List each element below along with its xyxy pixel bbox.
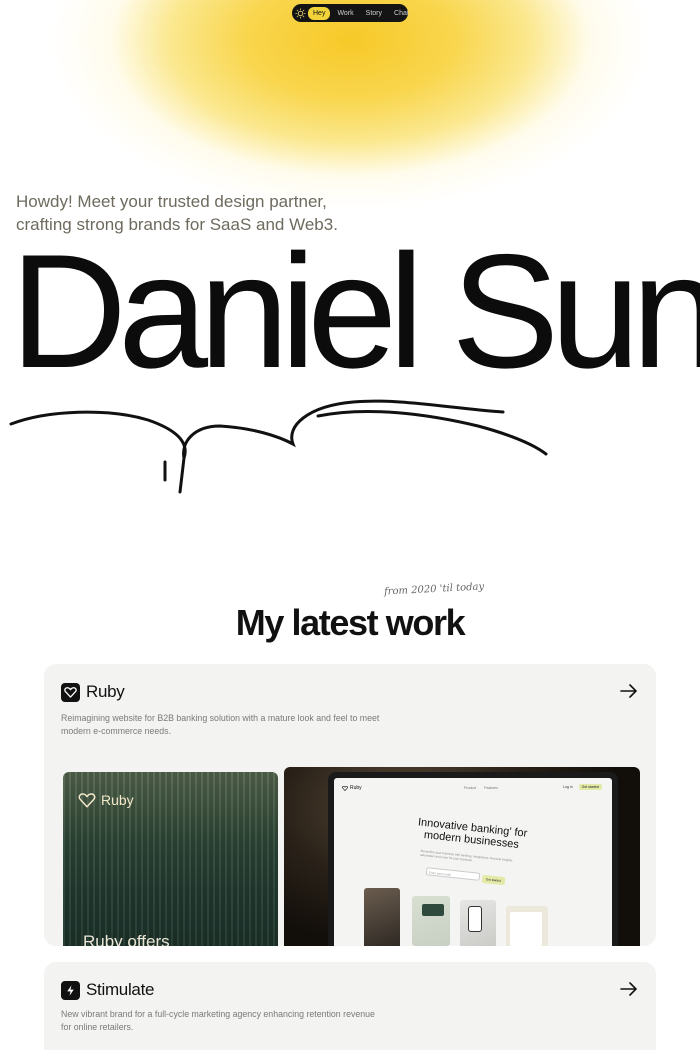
screen-get-started: Get started: [578, 784, 602, 790]
screen-headline: Innovative banking' for modern businesse…: [417, 816, 528, 851]
since-annotation: from 2020 'til today: [383, 581, 485, 598]
project-preview-brand: Ruby Ruby offers: [63, 772, 278, 946]
preview-brand-name: Ruby: [101, 792, 134, 808]
screen-nav-item: Product: [464, 786, 477, 790]
laptop-mockup: Ruby Product Features Log in Get started…: [328, 772, 618, 946]
nav-item-hey[interactable]: Hey: [308, 6, 331, 20]
project-header: Ruby: [61, 682, 125, 702]
screen-login: Log in: [563, 785, 573, 789]
project-title: Ruby: [86, 682, 125, 701]
hero-tagline-line-1: Howdy! Meet your trusted design partner,: [16, 192, 327, 211]
screen-phone-graphic: [468, 906, 482, 932]
project-title: Stimulate: [86, 980, 155, 999]
screen-email-input: Enter your email: [425, 867, 481, 881]
project-description: New vibrant brand for a full-cycle marke…: [61, 1009, 375, 1032]
nav-item-story[interactable]: Story: [361, 7, 387, 20]
heart-gem-icon: [78, 792, 96, 807]
preview-caption: Ruby offers: [83, 932, 170, 946]
nav-item-work[interactable]: Work: [332, 7, 358, 20]
screen-list-graphic: [510, 912, 542, 946]
project-card-ruby[interactable]: Ruby Reimagining website for B2B banking…: [44, 664, 656, 946]
top-nav: Hey Work Story Chat: [292, 4, 409, 22]
arrow-right-icon[interactable]: [620, 684, 638, 698]
screen-logo: Ruby: [342, 785, 362, 791]
screen-actions: Log in Get started: [560, 784, 602, 790]
preview-brand-tag: Ruby: [78, 792, 134, 808]
nav-item-chat[interactable]: Chat: [389, 7, 414, 20]
screen-nav: Product Features: [464, 786, 498, 790]
project-description: Reimagining website for B2B banking solu…: [61, 713, 380, 736]
project-preview-laptop: Ruby Product Features Log in Get started…: [284, 767, 640, 946]
section-title: My latest work: [235, 602, 466, 643]
sun-logo-icon[interactable]: [295, 6, 306, 20]
signature-squiggle: [9, 399, 548, 494]
heart-gem-icon: [342, 785, 348, 791]
project-card-stimulate[interactable]: Stimulate New vibrant brand for a full-c…: [44, 962, 656, 1050]
screen-logo-text: Ruby: [350, 785, 362, 791]
hero-name: Daniel Sun: [10, 221, 700, 402]
project-header: Stimulate: [61, 980, 154, 1000]
heart-gem-icon: [61, 682, 80, 702]
lightning-badge-icon: [61, 980, 80, 1000]
screen-tile: [364, 888, 400, 946]
screen-card-graphic: [422, 904, 444, 916]
screen-submit: Get started: [481, 874, 506, 886]
arrow-right-icon[interactable]: [620, 982, 638, 996]
screen-subtext: Streamline your business with banking, i…: [419, 848, 514, 863]
screen-nav-item: Features: [484, 786, 498, 790]
laptop-screen: Ruby Product Features Log in Get started…: [334, 778, 612, 946]
